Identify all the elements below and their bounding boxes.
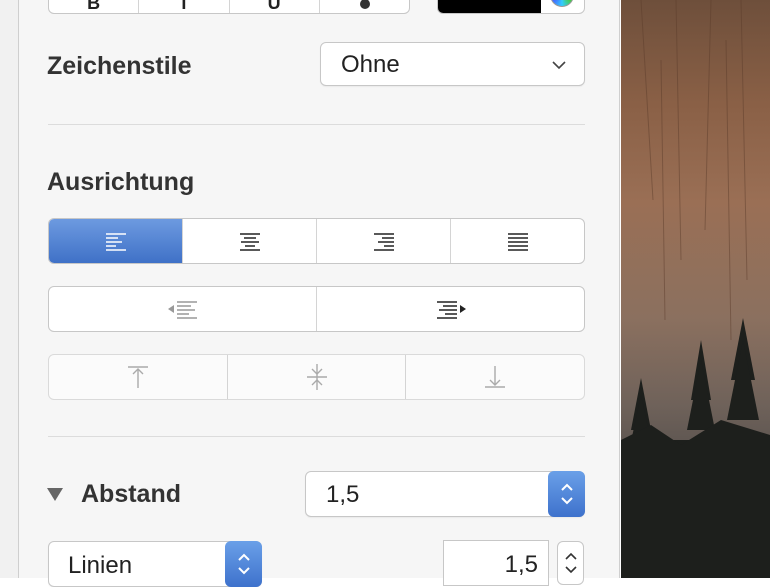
abstand-popup-arrows[interactable] (548, 471, 585, 517)
linien-popup[interactable]: Linien (48, 541, 262, 587)
divider (48, 124, 585, 125)
updown-arrows-icon (564, 552, 577, 574)
abstand-label: Abstand (81, 480, 181, 508)
abstand-value: 1,5 (326, 481, 360, 508)
color-swatch (438, 0, 541, 13)
zeichenstile-value: Ohne (341, 51, 400, 78)
ausrichtung-label: Ausrichtung (47, 168, 195, 196)
align-middle-icon (306, 364, 327, 390)
decrease-indent-icon (167, 301, 197, 319)
align-right-button[interactable] (317, 219, 451, 263)
justify-button[interactable] (451, 219, 584, 263)
background-photo (621, 0, 770, 578)
disclosure-triangle-icon[interactable] (46, 486, 64, 502)
align-right-icon (373, 233, 394, 251)
zeichenstile-popup[interactable]: Ohne (320, 42, 585, 86)
align-bottom-button[interactable] (406, 355, 584, 399)
chevron-down-icon (552, 61, 566, 70)
updown-arrows-icon (237, 553, 250, 575)
align-left-button[interactable] (49, 219, 183, 263)
alignment-segmented-control (48, 218, 585, 264)
linien-value-field[interactable]: 1,5 (443, 540, 549, 586)
vertical-alignment-control (48, 354, 585, 400)
underline-button[interactable]: U (230, 0, 320, 13)
justify-icon (507, 233, 528, 251)
align-left-icon (105, 233, 126, 251)
align-center-button[interactable] (183, 219, 317, 263)
align-top-button[interactable] (49, 355, 228, 399)
color-wheel-icon[interactable] (550, 0, 574, 7)
increase-indent-button[interactable] (317, 287, 584, 331)
indent-segmented-control (48, 286, 585, 332)
text-format-buttons: B I U (48, 0, 410, 14)
increase-indent-icon (436, 301, 466, 319)
tree-silhouettes (621, 0, 770, 578)
linien-popup-arrows[interactable] (225, 541, 262, 587)
linien-value: 1,5 (504, 551, 538, 578)
divider (48, 436, 585, 437)
updown-arrows-icon (560, 483, 573, 505)
align-bottom-icon (485, 366, 506, 388)
gear-icon (359, 0, 370, 9)
linien-label: Linien (68, 552, 133, 579)
abstand-popup[interactable]: 1,5 (305, 471, 585, 517)
align-top-icon (127, 366, 148, 388)
left-edge-strip (0, 0, 18, 578)
linien-stepper[interactable] (557, 541, 584, 585)
italic-button[interactable]: I (139, 0, 230, 13)
decrease-indent-button[interactable] (49, 287, 317, 331)
align-middle-button[interactable] (228, 355, 407, 399)
text-color-well[interactable] (437, 0, 585, 14)
more-options-button[interactable] (320, 0, 409, 13)
align-center-icon (239, 233, 260, 251)
zeichenstile-label: Zeichenstile (47, 52, 192, 80)
bold-button[interactable]: B (49, 0, 140, 13)
